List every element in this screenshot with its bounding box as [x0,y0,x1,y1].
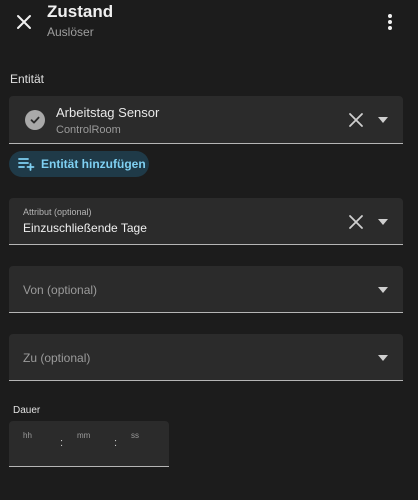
duration-label: Dauer [13,405,41,416]
more-vert-icon [388,14,392,30]
attribute-select[interactable]: Attribut (optional) Einzuschließende Tag… [9,198,403,245]
chevron-down-icon[interactable] [378,117,388,123]
to-select[interactable]: Zu (optional) [9,334,403,381]
hours-input[interactable]: hh [23,431,32,440]
add-entity-button[interactable]: Entität hinzufügen [9,151,149,177]
clear-icon[interactable] [348,214,364,230]
duration-separator: : [60,437,64,449]
entity-area: ControlRoom [56,124,121,136]
dialog-subtitle: Auslöser [47,25,94,39]
duration-separator: : [114,437,118,449]
attribute-value: Einzuschließende Tage [23,221,147,235]
dialog-header: Zustand Auslöser [0,0,418,48]
chevron-down-icon[interactable] [378,355,388,361]
dialog-title: Zustand [47,2,114,21]
close-icon [17,15,31,29]
seconds-input[interactable]: ss [131,431,139,440]
minutes-input[interactable]: mm [77,431,90,440]
entity-picker[interactable]: Arbeitstag Sensor ControlRoom [9,96,403,144]
from-select[interactable]: Von (optional) [9,266,403,313]
chevron-down-icon[interactable] [378,219,388,225]
entity-section-label: Entität [10,72,45,86]
to-placeholder: Zu (optional) [23,351,91,365]
clear-icon[interactable] [348,112,364,128]
check-circle-icon [25,110,45,130]
from-placeholder: Von (optional) [23,283,98,297]
more-menu-button[interactable] [380,10,400,34]
add-entity-label: Entität hinzufügen [41,157,146,171]
attribute-label: Attribut (optional) [23,207,92,217]
entity-name: Arbeitstag Sensor [56,105,160,120]
duration-input[interactable]: hh : mm : ss [9,421,169,467]
close-button[interactable] [12,10,36,34]
playlist-add-icon [18,158,35,171]
chevron-down-icon[interactable] [378,287,388,293]
